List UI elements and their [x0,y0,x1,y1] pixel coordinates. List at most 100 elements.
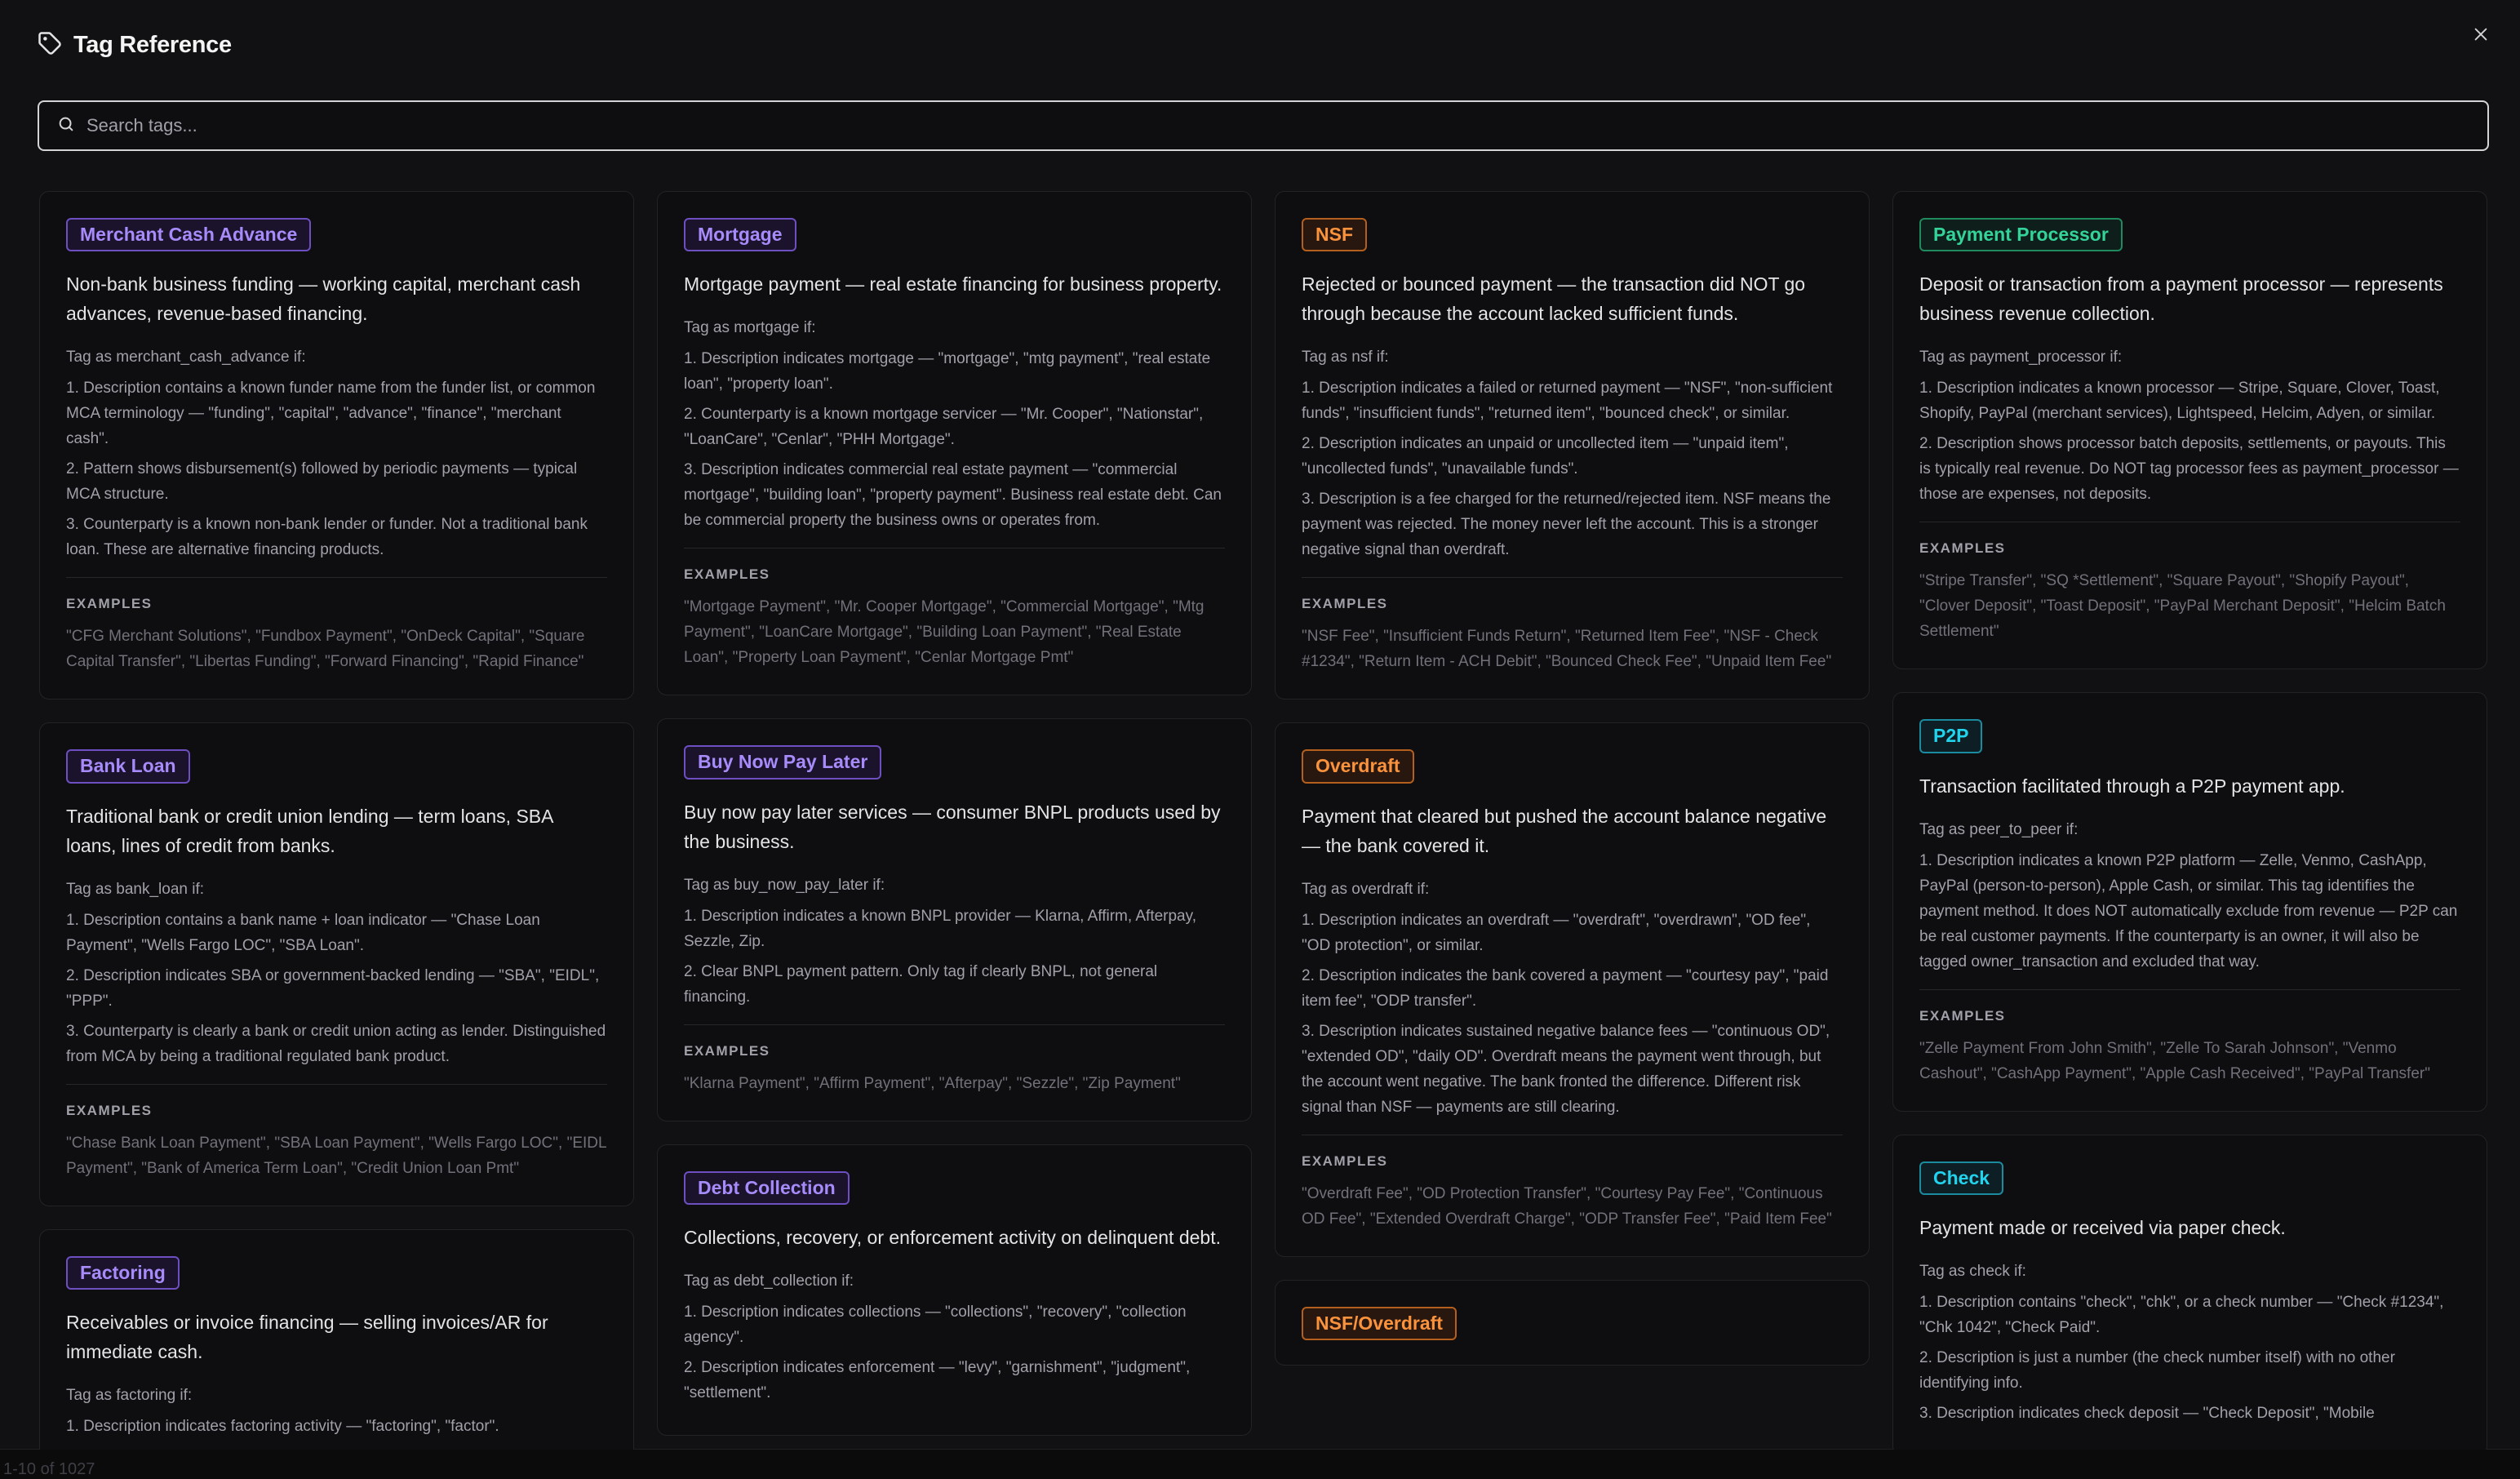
tag-rule: 2. Description is just a number (the che… [1919,1348,2395,1392]
close-icon[interactable] [2472,25,2490,47]
tag-rule: 2. Description indicates enforcement — "… [684,1358,1191,1401]
tag-badge: Bank Loan [66,749,190,784]
divider [684,1024,1225,1025]
close-button[interactable] [2465,20,2497,52]
search-icon [57,115,75,137]
tag-icon [38,31,62,60]
tag-rule-heading: Tag as check if: [1919,1262,2026,1280]
tag-rule-heading: Tag as nsf if: [1302,349,1389,366]
tag-summary: Rejected or bounced payment — the transa… [1302,273,1806,325]
tag-rule-heading: Tag as merchant_cash_advance if: [66,349,306,366]
tag-rule-list: 1. Description indicates a known BNPL pr… [684,904,1225,1010]
tag-card-nsf: NSF Rejected or bounced payment — the tra… [1275,191,1870,700]
examples-text: "NSF Fee", "Insufficient Funds Return", … [1302,628,1832,671]
examples-heading: EXAMPLES [1919,540,2006,557]
tag-rule-list: 1. Description contains a bank name + lo… [66,908,607,1069]
tag-rule: 3. Counterparty is a known non-bank lend… [66,516,588,559]
tag-rule-heading: Tag as overdraft if: [1302,880,1430,898]
examples-heading: EXAMPLES [684,1042,770,1059]
tag-rule-list: 1. Description contains "check", "chk", … [1919,1290,2460,1426]
tag-rule: 3. Description indicates commercial real… [684,461,1222,530]
examples-text: "Chase Bank Loan Payment", "SBA Loan Pay… [66,1134,606,1177]
tag-rule: 1. Description indicates a known P2P pla… [1919,851,2458,970]
tag-rule-list: 1. Description indicates collections — "… [684,1299,1225,1406]
tag-rule: 2. Description indicates SBA or governme… [66,966,600,1010]
tag-card-merchant-cash-advance: Merchant Cash Advance Non-bank business f… [39,191,634,700]
tag-card-grid: Merchant Cash Advance Non-bank business f… [39,191,2487,1450]
examples-text: "Overdraft Fee", "OD Protection Transfer… [1302,1184,1832,1228]
tag-card-mortgage: Mortgage Mortgage payment — real estate f… [657,191,1252,696]
tag-summary: Transaction facilitated through a P2P pa… [1919,775,2345,797]
tag-rule: 3. Description indicates sustained negat… [1302,1022,1830,1116]
tag-summary: Payment that cleared but pushed the acco… [1302,805,1827,856]
tag-rule: 1. Description indicates a known BNPL pr… [684,907,1196,950]
divider [1919,988,2460,990]
examples-heading: EXAMPLES [1302,1153,1388,1169]
tag-rule-heading: Tag as mortgage if: [684,319,816,337]
tag-rule-list: 1. Description indicates a known P2P pla… [1919,848,2460,975]
tag-rule: 1. Description indicates mortgage — "mor… [684,350,1211,393]
divider [684,548,1225,549]
tag-rule-list: 1. Description contains a known funder n… [66,375,607,562]
tag-rule: 3. Description indicates check deposit —… [1919,1404,2375,1422]
examples-text: "CFG Merchant Solutions", "Fundbox Payme… [66,628,585,671]
tag-rule-list: 1. Description indicates mortgage — "mor… [684,346,1225,533]
tag-card-factoring: Factoring Receivables or invoice financin… [39,1228,634,1450]
tag-rule: 3. Counterparty is clearly a bank or cre… [66,1022,606,1065]
tag-card-bank-loan: Bank Loan Traditional bank or credit unio… [39,722,634,1206]
tag-rule: 1. Description indicates a known process… [1919,380,2440,423]
tag-rule: 2. Description indicates an unpaid or un… [1302,435,1789,478]
tag-rule-list: 1. Description indicates a failed or ret… [1302,375,1843,562]
tag-rule: 1. Description indicates factoring activ… [66,1417,499,1435]
tag-card-p2p: P2P Transaction facilitated through a P2P… [1892,692,2487,1112]
modal-title: Tag Reference [73,32,232,58]
tag-rule: 2. Description indicates the bank covere… [1302,966,1829,1010]
examples-heading: EXAMPLES [66,1102,153,1118]
tag-badge: Overdraft [1302,749,1414,784]
modal-header: Tag Reference [38,31,232,60]
tag-rule: 1. Description contains a bank name + lo… [66,911,540,954]
tag-rule-heading: Tag as payment_processor if: [1919,349,2123,366]
search-input[interactable] [87,115,2487,136]
tag-summary: Collections, recovery, or enforcement ac… [684,1226,1221,1248]
tag-rule-heading: Tag as bank_loan if: [66,880,205,898]
examples-text: "Zelle Payment From John Smith", "Zelle … [1919,1039,2430,1082]
tag-badge: Payment Processor [1919,218,2123,252]
tag-summary: Receivables or invoice financing — selli… [66,1311,548,1362]
tag-rule: 2. Pattern shows disbursement(s) followe… [66,460,578,504]
tag-badge: Factoring [66,1255,180,1290]
divider [66,1083,607,1085]
backdrop-footer: 1-10 of 1027 [0,1459,2520,1479]
tag-column: Mortgage Mortgage payment — real estate f… [657,191,1252,1450]
tag-card-buy-now-pay-later: Buy Now Pay Later Buy now pay later servi… [657,718,1252,1121]
tag-rule-heading: Tag as factoring if: [66,1386,193,1404]
tag-rule: 1. Description contains "check", "chk", … [1919,1293,2444,1336]
tag-badge: NSF [1302,218,1367,252]
examples-heading: EXAMPLES [1919,1007,2006,1024]
tag-card-payment-processor: Payment Processor Deposit or transaction … [1892,191,2487,670]
tag-rule: 2. Description shows processor batch dep… [1919,435,2459,504]
examples-heading: EXAMPLES [66,596,153,612]
tag-reference-modal: Tag Reference Merchant Cash Advance Non-b… [0,0,2520,1450]
tag-badge: Mortgage [684,218,796,252]
tag-rule-heading: Tag as buy_now_pay_later if: [684,876,885,894]
tag-rule-list: 1. Description indicates a known process… [1919,375,2460,507]
divider [1302,577,1843,579]
tag-card-check: Check Payment made or received via paper … [1892,1134,2487,1450]
tag-summary: Mortgage payment — real estate financing… [684,273,1222,295]
tag-summary: Non-bank business funding — working capi… [66,273,581,325]
tag-rule: 1. Description indicates collections — "… [684,1303,1187,1346]
examples-text: "Klarna Payment", "Affirm Payment", "Aft… [684,1074,1181,1092]
tag-column: Payment Processor Deposit or transaction … [1892,191,2487,1450]
tag-rule: 2. Counterparty is a known mortgage serv… [684,406,1204,449]
tag-badge: P2P [1919,719,1983,753]
tag-rule: 2. Clear BNPL payment pattern. Only tag … [684,962,1158,1006]
tag-rule-list: 1. Description indicates an overdraft — … [1302,908,1843,1120]
tag-card-nsf-overdraft: NSF/Overdraft [1275,1279,1870,1366]
tag-column: NSF Rejected or bounced payment — the tra… [1275,191,1870,1450]
tag-badge: Merchant Cash Advance [66,218,312,252]
tag-badge: NSF/Overdraft [1302,1306,1457,1340]
search-field[interactable] [38,100,2489,151]
tag-card-overdraft: Overdraft Payment that cleared but pushed… [1275,722,1870,1257]
tag-rule-list: 1. Description indicates factoring activ… [66,1414,607,1439]
